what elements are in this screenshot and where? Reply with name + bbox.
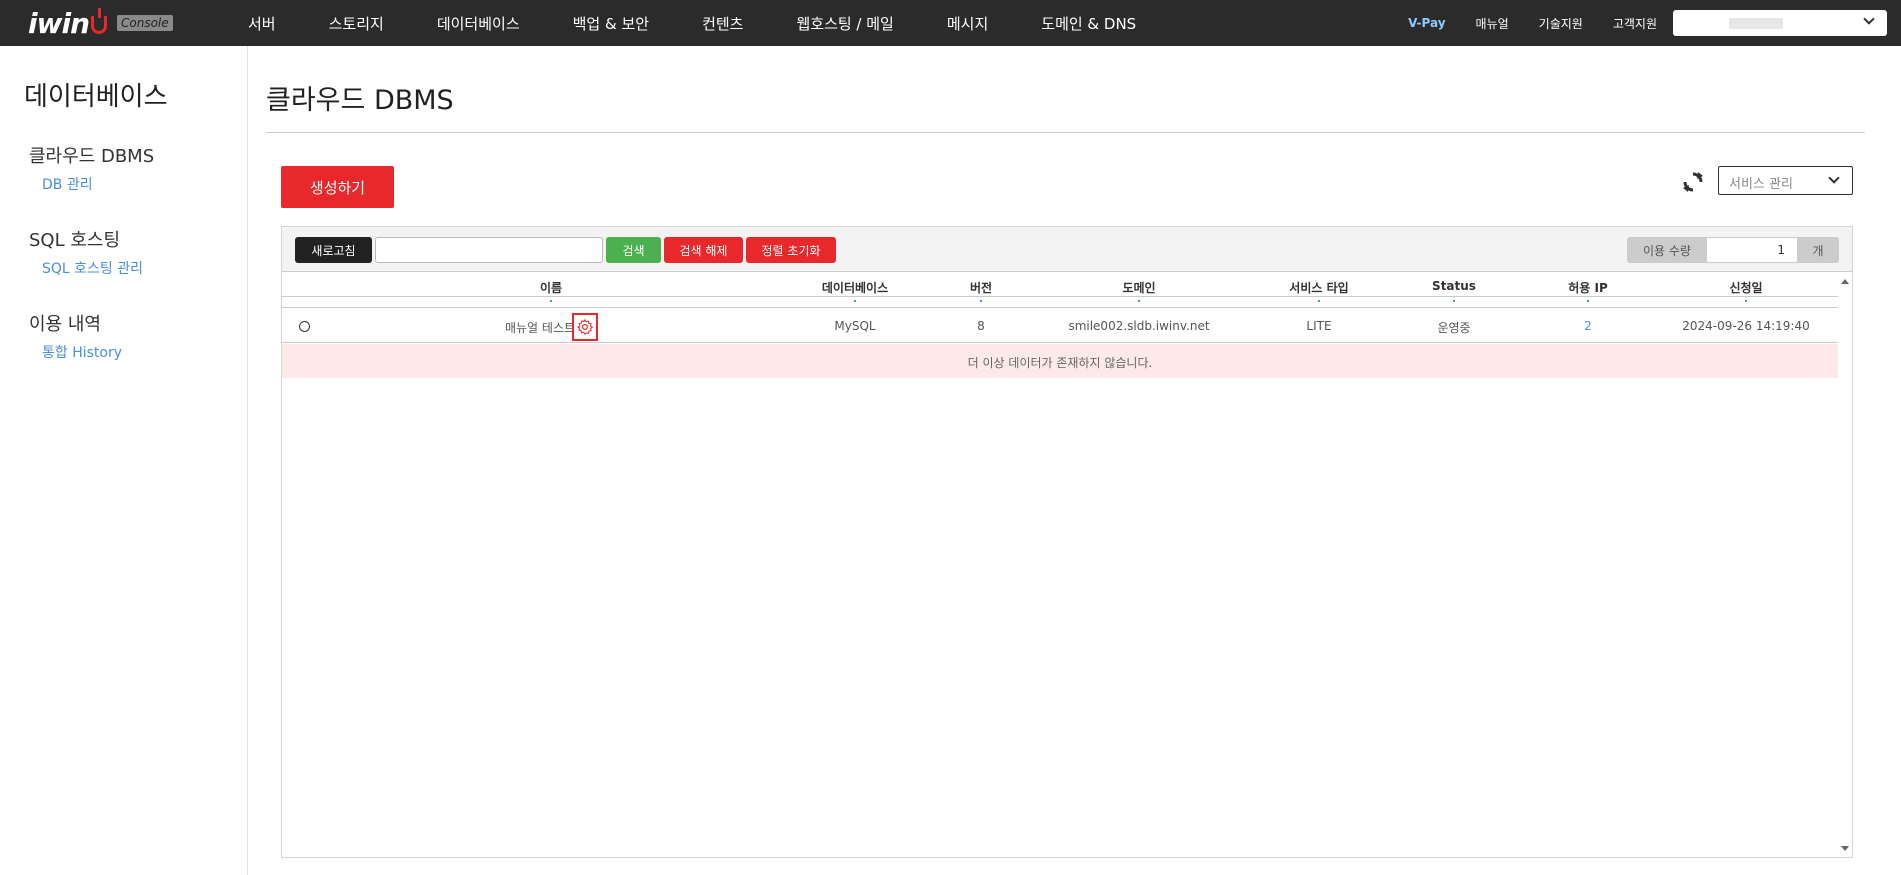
search-button[interactable]: 검색 [606,237,661,263]
settings-button[interactable] [572,313,598,341]
cell-database: MySQL [834,319,876,333]
menu-server[interactable]: 서버 [248,13,276,34]
filter-database[interactable] [854,300,856,302]
top-navigation: iwin Console 서버 스토리지 데이터베이스 백업 & 보안 컨텐츠 … [0,0,1901,46]
sidebar-group-sql-hosting[interactable]: SQL 호스팅 [29,226,120,252]
sidebar-item-db-manage[interactable]: DB 관리 [42,174,93,194]
filter-allowed-ip[interactable] [1587,300,1589,302]
row-select-radio[interactable] [299,321,310,332]
column-header-version[interactable]: 버전 [970,279,992,296]
column-header-database[interactable]: 데이터베이스 [822,279,888,296]
right-menu: V-Pay 매뉴얼 기술지원 고객지원 [1408,0,1901,46]
cell-allowed-ip-link[interactable]: 2 [1584,319,1592,333]
column-header-allowed-ip[interactable]: 허용 IP [1568,279,1608,296]
scroll-up-arrow-icon[interactable] [1841,279,1849,284]
sidebar-group-usage-history[interactable]: 이용 내역 [29,310,101,336]
filter-service-type[interactable] [1318,300,1320,302]
menu-vpay[interactable]: V-Pay [1408,16,1445,30]
table-row[interactable]: 매뉴얼 테스트 MySQL 8 smile002.sldb.iwinv.net … [282,309,1838,343]
gear-icon [576,318,594,335]
filter-status[interactable] [1453,300,1455,302]
sidebar-title: 데이터베이스 [24,82,168,112]
menu-storage[interactable]: 스토리지 [329,13,384,34]
power-icon [91,8,107,34]
filter-domain[interactable] [1138,300,1140,302]
cell-name: 매뉴얼 테스트 [504,321,576,335]
chevron-down-icon [1863,13,1875,25]
usage-quantity-value: 1 [1707,237,1797,263]
column-header-date[interactable]: 신청일 [1729,279,1762,296]
menu-tech-support[interactable]: 기술지원 [1539,15,1583,32]
filter-version[interactable] [980,300,982,302]
filter-row [282,298,1838,308]
table-header: 이름 데이터베이스 버전 도메인 서비스 타입 Status 허용 IP 신청일 [282,273,1838,297]
menu-webhosting-mail[interactable]: 웹호스팅 / 메일 [796,13,893,34]
no-more-data-row: 더 이상 데이터가 존재하지 않습니다. [282,344,1838,378]
menu-customer-support[interactable]: 고객지원 [1613,15,1657,32]
menu-backup-security[interactable]: 백업 & 보안 [573,13,649,34]
sidebar-item-sql-hosting-manage[interactable]: SQL 호스팅 관리 [42,258,143,278]
usage-quantity-unit: 개 [1797,237,1839,263]
account-name-redacted [1729,18,1783,29]
refresh-icon[interactable] [1681,170,1705,194]
menu-database[interactable]: 데이터베이스 [437,13,520,34]
service-manage-select[interactable]: 서비스 관리 [1718,166,1853,195]
column-header-name[interactable]: 이름 [540,279,562,296]
grid-toolbar: 새로고침 검색 검색 해제 정렬 초기화 이용 수량 1 개 [282,227,1852,272]
main-menu: 서버 스토리지 데이터베이스 백업 & 보안 컨텐츠 웹호스팅 / 메일 메시지… [248,0,1136,46]
title-divider [266,132,1865,133]
search-input[interactable] [375,237,603,263]
filter-date[interactable] [1745,300,1747,302]
menu-manual[interactable]: 매뉴얼 [1476,15,1509,32]
grid-refresh-button[interactable]: 새로고침 [295,237,372,263]
sidebar-group-cloud-dbms[interactable]: 클라우드 DBMS [29,142,154,168]
create-button[interactable]: 생성하기 [281,166,394,208]
scroll-down-arrow-icon[interactable] [1841,846,1849,851]
chevron-down-icon [1828,172,1840,184]
reset-sort-button[interactable]: 정렬 초기화 [746,237,836,263]
cell-status: 운영중 [1437,321,1471,335]
cell-service-type: LITE [1306,319,1332,333]
grid-scrollbar[interactable] [1838,273,1852,857]
cell-date: 2024-09-26 14:19:40 [1682,319,1810,333]
column-header-status[interactable]: Status [1432,279,1476,293]
clear-search-button[interactable]: 검색 해제 [664,237,743,263]
menu-domain-dns[interactable]: 도메인 & DNS [1041,13,1136,34]
account-select[interactable] [1673,10,1887,36]
menu-contents[interactable]: 컨텐츠 [702,13,743,34]
no-more-data-message: 더 이상 데이터가 존재하지 않습니다. [967,356,1153,370]
column-header-service-type[interactable]: 서비스 타입 [1289,279,1348,296]
usage-quantity-label: 이용 수량 [1627,237,1707,263]
iwin-logo[interactable]: iwin Console [28,7,173,40]
menu-message[interactable]: 메시지 [947,13,988,34]
filter-name[interactable] [550,300,552,302]
column-header-domain[interactable]: 도메인 [1122,279,1155,296]
page-title: 클라우드 DBMS [266,85,454,116]
db-grid-panel: 새로고침 검색 검색 해제 정렬 초기화 이용 수량 1 개 이름 데이터베이스… [281,226,1853,858]
console-badge: Console [117,15,173,31]
sidebar-item-integrated-history[interactable]: 통합 History [42,342,122,362]
cell-domain: smile002.sldb.iwinv.net [1068,319,1210,333]
cell-version: 8 [977,319,985,333]
sidebar: 데이터베이스 클라우드 DBMS DB 관리 SQL 호스팅 SQL 호스팅 관… [0,46,248,875]
